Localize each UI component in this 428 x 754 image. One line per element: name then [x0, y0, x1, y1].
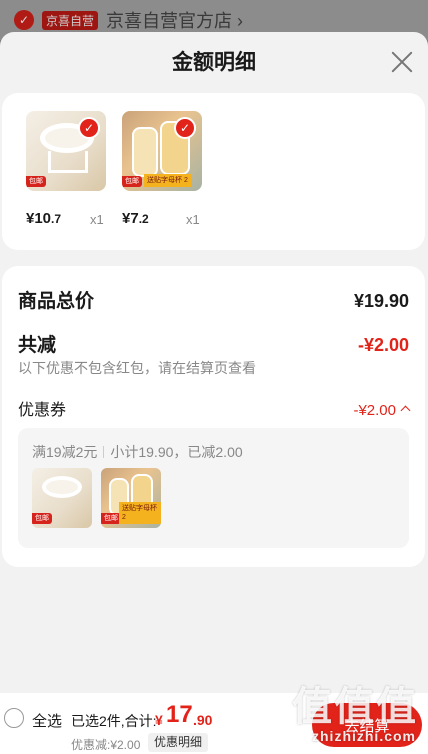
total-value: ¥19.90: [353, 291, 409, 311]
watermark-url: zhizhizhi.com: [312, 728, 416, 744]
sum-decimal: .90: [193, 712, 213, 728]
discount-note: 以下优惠不包含红包，请在结算页查看: [18, 360, 256, 376]
free-shipping-tag: 包邮: [26, 176, 46, 187]
select-all-label[interactable]: 全选: [32, 710, 62, 731]
coupon-rule-line: 满19减2元 小计19.90，已减2.00: [32, 442, 243, 462]
free-shipping-tag: 包邮: [101, 513, 121, 524]
close-icon[interactable]: [390, 50, 414, 74]
coupon-row[interactable]: 优惠券 -¥2.00: [18, 396, 411, 420]
product-item[interactable]: ✓ 包邮 送贴字母杯 2 ¥7.2 x1: [122, 111, 202, 227]
background-store-badge: 京喜自营: [42, 10, 99, 30]
coupon-value-group[interactable]: -¥2.00: [353, 402, 411, 420]
watermark-logo: 值值值: [292, 685, 418, 729]
total-label: 商品总价: [18, 291, 95, 312]
gift-tag: 送贴字母杯 2: [144, 174, 191, 187]
amount-detail-sheet: 金额明细 ✓ 包邮 ¥10.7 x1 ✓ 包邮 送贴字母杯 2 ¥7.2 x1: [0, 32, 428, 754]
coupon-product-image: 包邮: [32, 468, 92, 528]
coupon-subtotal: 小计19.90，已减2.00: [110, 444, 243, 460]
free-shipping-tag: 包邮: [122, 176, 142, 187]
product-image: ✓ 包邮 送贴字母杯 2: [122, 111, 202, 191]
products-card: ✓ 包邮 ¥10.7 x1 ✓ 包邮 送贴字母杯 2 ¥7.2 x1: [2, 93, 425, 250]
saved-amount: 优惠减:¥2.00: [71, 738, 141, 752]
divider: [103, 446, 105, 458]
product-image: ✓ 包邮: [26, 111, 106, 191]
product-price: ¥10.7: [26, 210, 62, 227]
check-icon: ✓: [174, 117, 196, 139]
background-store-name: 京喜自营官方店 ›: [106, 11, 244, 31]
free-shipping-tag: 包邮: [32, 513, 52, 524]
product-quantity: x1: [90, 212, 104, 227]
summary-card: 商品总价 ¥19.90 共减 -¥2.00 以下优惠不包含红包，请在结算页查看 …: [2, 266, 425, 567]
product-price: ¥7.2: [122, 210, 149, 227]
sum-currency: ¥: [155, 712, 163, 728]
coupon-detail-box: 满19减2元 小计19.90，已减2.00 包邮 包邮 送贴字母杯 2: [18, 428, 409, 548]
check-icon: ✓: [78, 117, 100, 139]
selected-count-text: 已选2件,合计:: [71, 713, 157, 729]
product-quantity: x1: [186, 212, 200, 227]
chevron-up-icon: [400, 405, 411, 416]
product-item[interactable]: ✓ 包邮 ¥10.7 x1: [26, 111, 106, 227]
background-check-icon: ✓: [14, 10, 34, 30]
coupon-rule: 满19减2元: [32, 444, 98, 460]
discount-label: 共减: [18, 335, 57, 356]
total-row: 商品总价 ¥19.90: [18, 286, 409, 313]
sheet-title: 金额明细: [172, 51, 256, 74]
sum-integer: 17: [166, 701, 193, 728]
select-all-radio[interactable]: [4, 708, 24, 728]
discount-row: 共减 -¥2.00: [18, 330, 409, 357]
coupon-value: -¥2.00: [353, 402, 396, 419]
coupon-product-image: 包邮 送贴字母杯 2: [101, 468, 161, 528]
coupon-label: 优惠券: [18, 402, 67, 419]
gift-tag: 送贴字母杯 2: [119, 502, 161, 524]
discount-value: -¥2.00: [357, 335, 409, 355]
discount-detail-button[interactable]: 优惠明细: [148, 733, 209, 752]
